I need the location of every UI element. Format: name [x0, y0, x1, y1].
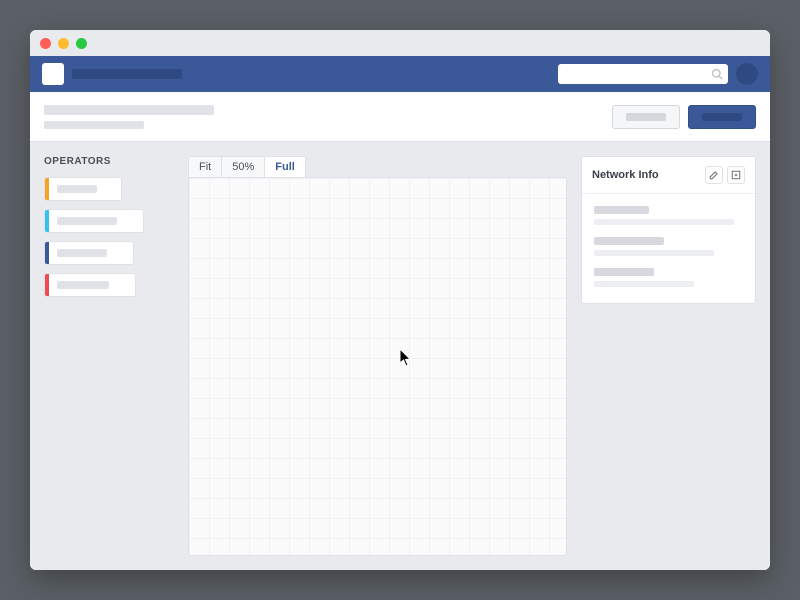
window-close-icon[interactable] — [40, 38, 51, 49]
info-field — [594, 237, 743, 256]
canvas[interactable] — [188, 177, 567, 556]
titlebar — [30, 30, 770, 56]
content-area: OPERATORS Fit 50% Full — [30, 142, 770, 570]
info-field — [594, 268, 743, 287]
zoom-controls: Fit 50% Full — [188, 156, 306, 177]
canvas-area: Fit 50% Full — [188, 156, 567, 556]
operator-item[interactable] — [44, 241, 134, 265]
window-zoom-icon[interactable] — [76, 38, 87, 49]
zoom-fit-button[interactable]: Fit — [189, 157, 222, 177]
window: OPERATORS Fit 50% Full — [30, 30, 770, 570]
operator-color-stripe — [45, 178, 49, 200]
info-panel: Network Info — [581, 156, 756, 304]
info-field — [594, 206, 743, 225]
zoom-full-button[interactable]: Full — [265, 157, 305, 177]
search-input[interactable] — [558, 64, 728, 84]
operator-color-stripe — [45, 274, 49, 296]
page-header — [30, 92, 770, 142]
page-title — [44, 105, 214, 129]
operator-color-stripe — [45, 242, 49, 264]
sidebar-heading: OPERATORS — [44, 156, 174, 167]
operator-item[interactable] — [44, 177, 122, 201]
operator-item[interactable] — [44, 209, 144, 233]
secondary-action-button[interactable] — [612, 105, 680, 129]
window-minimize-icon[interactable] — [58, 38, 69, 49]
expand-button[interactable] — [727, 166, 745, 184]
info-panel-header: Network Info — [582, 157, 755, 194]
top-nav — [30, 56, 770, 92]
info-panel-body — [582, 194, 755, 303]
pencil-icon — [709, 170, 719, 180]
operator-color-stripe — [45, 210, 49, 232]
sidebar: OPERATORS — [44, 156, 174, 556]
avatar[interactable] — [736, 63, 758, 85]
app-logo[interactable] — [42, 63, 64, 85]
operator-label — [57, 217, 117, 225]
operator-item[interactable] — [44, 273, 136, 297]
edit-button[interactable] — [705, 166, 723, 184]
primary-action-button[interactable] — [688, 105, 756, 129]
search-icon — [711, 68, 723, 80]
operator-label — [57, 249, 107, 257]
cursor-icon — [399, 348, 413, 368]
zoom-50-button[interactable]: 50% — [222, 157, 265, 177]
operator-label — [57, 185, 97, 193]
expand-icon — [731, 170, 741, 180]
operator-label — [57, 281, 109, 289]
info-panel-title: Network Info — [592, 169, 705, 181]
brand-name — [72, 69, 182, 79]
